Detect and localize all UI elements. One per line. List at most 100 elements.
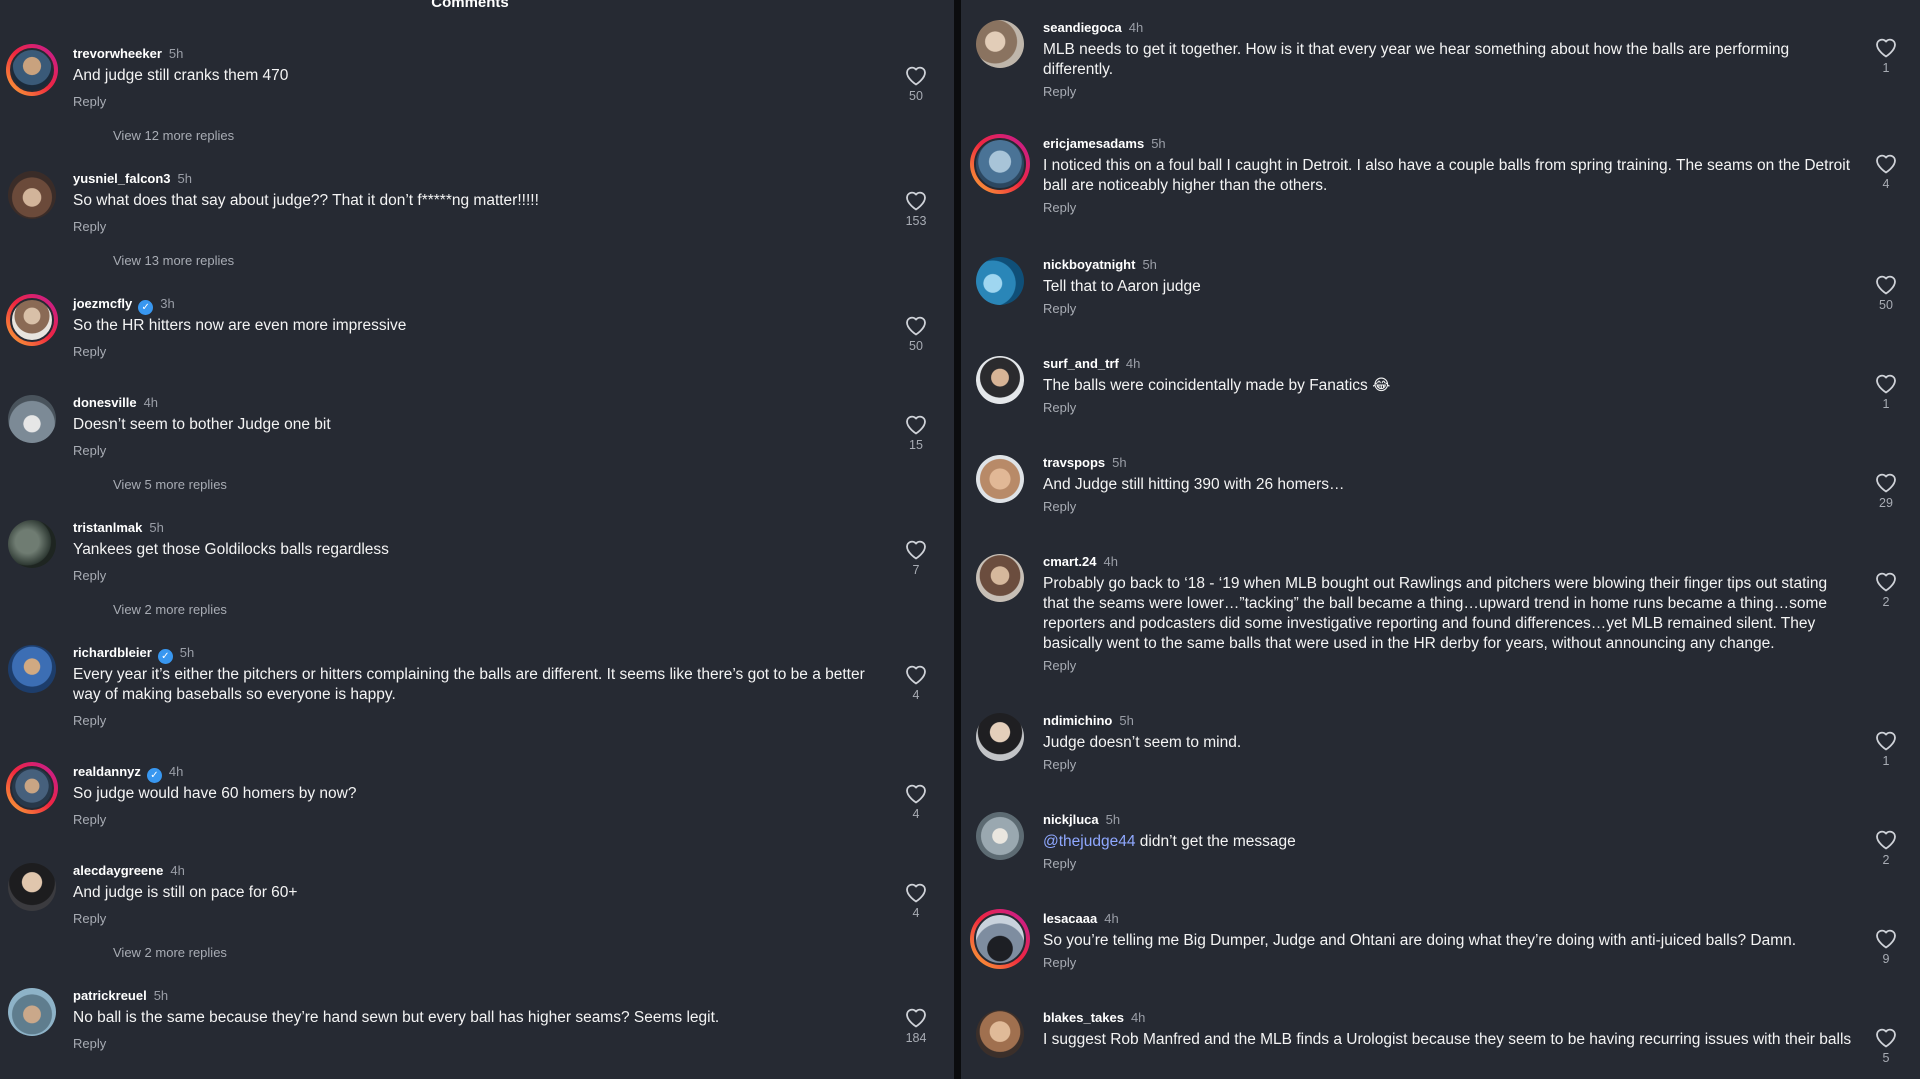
avatar[interactable] <box>974 255 1026 307</box>
comment-username[interactable]: alecdaygreene <box>73 863 163 878</box>
avatar[interactable] <box>6 169 58 221</box>
reply-button[interactable]: Reply <box>73 219 106 234</box>
like-count: 1 <box>1882 61 1890 75</box>
like-button[interactable]: 184 <box>896 1006 936 1045</box>
comment-username[interactable]: tristanlmak <box>73 520 142 535</box>
like-count: 4 <box>912 688 920 702</box>
like-button[interactable]: 7 <box>896 538 936 577</box>
reply-button[interactable]: Reply <box>1043 301 1076 316</box>
like-button[interactable]: 2 <box>1866 828 1906 867</box>
reply-button[interactable]: Reply <box>73 713 106 728</box>
like-button[interactable]: 4 <box>896 881 936 920</box>
view-more-replies[interactable]: View 12 more replies <box>73 128 234 143</box>
reply-button[interactable]: Reply <box>1043 400 1076 415</box>
comment-username[interactable]: patrickreuel <box>73 988 147 1003</box>
view-more-replies[interactable]: View 13 more replies <box>73 253 234 268</box>
avatar[interactable] <box>6 294 58 346</box>
avatar[interactable] <box>974 552 1026 604</box>
avatar[interactable] <box>974 453 1026 505</box>
reply-button[interactable]: Reply <box>73 812 106 827</box>
avatar[interactable] <box>6 518 58 570</box>
like-count: 2 <box>1882 595 1890 609</box>
comment-text: So you’re telling me Big Dumper, Judge a… <box>1043 932 1797 949</box>
reply-button[interactable]: Reply <box>1043 84 1076 99</box>
reply-button[interactable]: Reply <box>1043 757 1076 772</box>
heart-outline-icon <box>906 1008 926 1028</box>
comment-text: @thejudge44 didn’t get the message <box>1043 833 1296 850</box>
reply-button[interactable]: Reply <box>73 443 106 458</box>
reply-button[interactable]: Reply <box>73 94 106 109</box>
avatar[interactable] <box>974 810 1026 862</box>
like-button[interactable]: 50 <box>896 314 936 353</box>
comment-username[interactable]: travspops <box>1043 455 1105 470</box>
comment-username[interactable]: cmart.24 <box>1043 554 1096 569</box>
avatar[interactable] <box>970 134 1030 194</box>
reply-button[interactable]: Reply <box>1043 955 1076 970</box>
view-more-replies[interactable]: View 2 more replies <box>73 602 227 617</box>
avatar[interactable] <box>6 762 58 814</box>
reply-button[interactable]: Reply <box>1043 856 1076 871</box>
reply-button[interactable]: Reply <box>1043 658 1076 673</box>
avatar[interactable] <box>974 354 1026 406</box>
comment-username[interactable]: yusniel_falcon3 <box>73 171 171 186</box>
like-button[interactable]: 5 <box>1866 1026 1906 1065</box>
reply-button[interactable]: Reply <box>1043 499 1076 514</box>
comment-username[interactable]: ericjamesadams <box>1043 136 1144 151</box>
comment-text: Every year it’s either the pitchers or h… <box>73 666 865 703</box>
like-button[interactable]: 50 <box>896 64 936 103</box>
comment-username[interactable]: trevorwheeker <box>73 46 162 61</box>
like-count: 4 <box>1882 177 1890 191</box>
comment-time: 4h <box>1130 1010 1146 1025</box>
like-count: 15 <box>909 438 923 452</box>
reply-button[interactable]: Reply <box>1043 200 1076 215</box>
comment-username[interactable]: joezmcfly <box>73 296 132 311</box>
like-button[interactable]: 4 <box>896 782 936 821</box>
heart-outline-icon <box>1876 154 1896 174</box>
like-button[interactable]: 1 <box>1866 372 1906 411</box>
view-more-replies[interactable]: View 5 more replies <box>73 477 227 492</box>
avatar[interactable] <box>970 909 1030 969</box>
avatar[interactable] <box>6 643 58 695</box>
mention-link[interactable]: @thejudge44 <box>1043 833 1135 850</box>
avatar[interactable] <box>974 18 1026 70</box>
like-button[interactable]: 29 <box>1866 471 1906 510</box>
like-button[interactable]: 1 <box>1866 729 1906 768</box>
avatar[interactable] <box>6 986 58 1038</box>
comment-time: 4h <box>1125 356 1141 371</box>
reply-button[interactable]: Reply <box>73 344 106 359</box>
like-count: 9 <box>1882 952 1890 966</box>
like-button[interactable]: 1 <box>1866 36 1906 75</box>
like-button[interactable]: 15 <box>896 413 936 452</box>
comment-time: 5h <box>1119 713 1134 728</box>
like-button[interactable]: 2 <box>1866 570 1906 609</box>
comment-username[interactable]: donesville <box>73 395 137 410</box>
comment-username[interactable]: nickboyatnight <box>1043 257 1135 272</box>
comment-username[interactable]: nickjluca <box>1043 812 1099 827</box>
avatar[interactable] <box>6 393 58 445</box>
like-button[interactable]: 153 <box>896 189 936 228</box>
avatar[interactable] <box>6 861 58 913</box>
avatar[interactable] <box>6 44 58 96</box>
view-more-replies[interactable]: View 2 more replies <box>73 945 227 960</box>
reply-button[interactable]: Reply <box>73 568 106 583</box>
comment-username[interactable]: seandiegoca <box>1043 20 1122 35</box>
comment-username[interactable]: blakes_takes <box>1043 1010 1124 1025</box>
reply-button[interactable]: Reply <box>73 1036 106 1051</box>
reply-button[interactable]: Reply <box>73 911 106 926</box>
heart-outline-icon <box>1876 473 1896 493</box>
heart-outline-icon <box>906 883 926 903</box>
like-button[interactable]: 4 <box>896 663 936 702</box>
like-button[interactable]: 9 <box>1866 927 1906 966</box>
comment-username[interactable]: richardbleier <box>73 645 152 660</box>
comment-username[interactable]: lesacaaa <box>1043 911 1097 926</box>
avatar[interactable] <box>974 711 1026 763</box>
comment-username[interactable]: ndimichino <box>1043 713 1112 728</box>
panel-title: Comments <box>431 0 509 11</box>
avatar[interactable] <box>974 1008 1026 1060</box>
like-button[interactable]: 4 <box>1866 152 1906 191</box>
comment-time: 5h <box>179 645 195 660</box>
like-button[interactable]: 50 <box>1866 273 1906 312</box>
comment-username[interactable]: surf_and_trf <box>1043 356 1119 371</box>
comment-username[interactable]: realdannyz <box>73 764 141 779</box>
comment-text: So judge would have 60 homers by now? <box>73 785 357 802</box>
